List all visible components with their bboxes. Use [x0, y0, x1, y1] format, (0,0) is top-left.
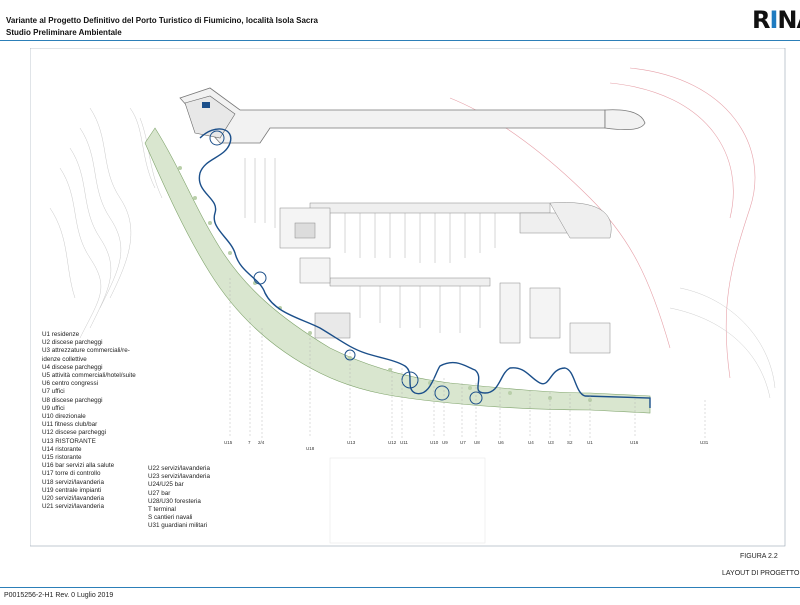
legend-item: U15 ristorante: [42, 454, 82, 462]
document-title: Variante al Progetto Definitivo del Port…: [6, 16, 318, 25]
legend-item: U17 torre di controllo: [42, 470, 101, 478]
legend-item: U9 uffici: [42, 404, 65, 412]
legend-item: U21 servizi/lavanderia: [42, 503, 104, 511]
port-layout-drawing: U15 7 2/4 U18 U13 U12 U11 U10 U9 U7 U8 U…: [30, 48, 786, 547]
legend-item: U2 discese parcheggi: [42, 339, 103, 347]
section-label: U7: [460, 440, 466, 445]
section-label: U9: [442, 440, 448, 445]
section-label: U11: [400, 440, 408, 445]
document-reference: P0015256-2-H1 Rev. 0 Luglio 2019: [4, 592, 114, 599]
legend-item: U8 discese parcheggi: [42, 396, 103, 404]
legend-item: U28/U30 foresteria: [148, 497, 201, 505]
legend-item: U5 attività commerciali/hotel/suite: [42, 372, 136, 380]
header-divider: [0, 40, 800, 41]
legend-item: U24/U25 bar: [148, 481, 184, 489]
legend-item: idenze collettive: [42, 355, 87, 363]
section-label: U16: [630, 440, 639, 445]
section-label: S2: [567, 440, 573, 445]
section-label: U18: [306, 446, 315, 451]
section-label: U13: [347, 440, 356, 445]
section-label: U8: [474, 440, 480, 445]
section-label: 2/4: [258, 440, 265, 445]
main-breakwater: [179, 87, 606, 144]
lighthouse-marker: [202, 102, 210, 108]
document-subtitle: Studio Preliminare Ambientale: [6, 28, 122, 37]
legend-left: U1 residenze U2 discese parcheggi U3 att…: [42, 331, 136, 511]
legend-item: U27 bar: [148, 489, 171, 497]
legend-item: U13 RISTORANTE: [42, 437, 96, 445]
legend-item: U19 centrale impianti: [42, 486, 102, 494]
legend-item: U1 residenze: [42, 331, 80, 338]
figure-title: LAYOUT DI PROGETTO: [722, 570, 800, 577]
section-label: U6: [498, 440, 504, 445]
legend-item: U18 servizi/lavanderia: [42, 478, 104, 486]
section-label: U12: [388, 440, 397, 445]
section-label: U15: [224, 440, 233, 445]
legend-item: U23 servizi/lavanderia: [148, 473, 210, 481]
legend-item: U4 discese parcheggi: [42, 363, 103, 371]
legend-item: U20 servizi/lavanderia: [42, 495, 104, 503]
legend-item: U16 bar servizi alla salute: [42, 462, 115, 470]
rina-logo: RINA: [752, 6, 800, 34]
section-label: U10: [430, 440, 439, 445]
right-contours: [669, 287, 776, 399]
green-shoreline-strip: [144, 127, 651, 414]
section-label: U1: [587, 440, 593, 445]
legend-item: T terminal: [148, 506, 176, 514]
legend-item: U11 fitness club/bar: [42, 421, 98, 429]
legend-item: U22 servizi/lavanderia: [148, 465, 210, 472]
blank-panel: [329, 457, 486, 544]
legend-item: S cantieri navali: [148, 514, 193, 522]
section-label: U4: [528, 440, 534, 445]
section-label: U31: [700, 440, 709, 445]
section-label: U3: [548, 440, 554, 445]
legend-item: U3 attrezzature commerciali/re-: [42, 347, 130, 355]
legend-item: U7 uffici: [42, 388, 65, 396]
figure-number: FIGURA 2.2: [740, 553, 778, 560]
section-label: 7: [248, 440, 251, 445]
legend-item: U6 centro congressi: [42, 380, 98, 388]
legend-item: U14 ristorante: [42, 445, 82, 453]
waterfront-promenade: [198, 128, 651, 408]
legend-right: U22 servizi/lavanderia U23 servizi/lavan…: [148, 465, 210, 531]
legend-item: U31 guardiani militari: [148, 522, 208, 530]
marina-piers: [309, 202, 612, 287]
legend-item: U10 direzionale: [42, 413, 86, 421]
section-label-group: U15 7 2/4 U18 U13 U12 U11 U10 U9 U7 U8 U…: [224, 440, 709, 451]
footer-divider: [0, 587, 800, 588]
legend-item: U12 discese parcheggi: [42, 429, 107, 437]
